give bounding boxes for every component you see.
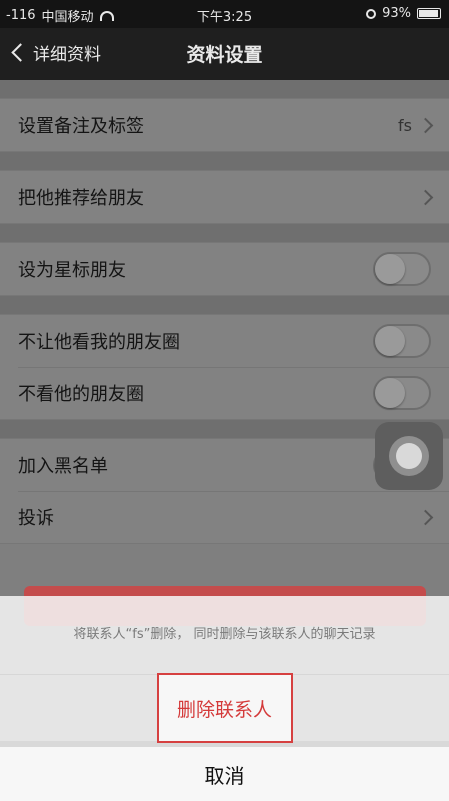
ignore-moments-label: 不看他的朋友圈 bbox=[18, 384, 144, 405]
section-gap bbox=[0, 224, 449, 242]
delete-contact-button[interactable]: 删除联系人 bbox=[156, 673, 293, 743]
toggle-knob bbox=[375, 254, 405, 284]
settings-group-star: 设为星标朋友 bbox=[0, 242, 449, 296]
cancel-button[interactable]: 取消 bbox=[0, 747, 449, 801]
settings-group-moments: 不让他看我的朋友圈 不看他的朋友圈 bbox=[0, 314, 449, 420]
status-time: 下午3:25 bbox=[196, 10, 253, 25]
section-gap bbox=[0, 296, 449, 314]
toggle-knob bbox=[375, 378, 405, 408]
recommend-label: 把他推荐给朋友 bbox=[18, 188, 144, 209]
settings-group-remark: 设置备注及标签 fs bbox=[0, 98, 449, 152]
report-row[interactable]: 投诉 bbox=[0, 491, 449, 543]
battery-icon bbox=[417, 8, 441, 19]
recommend-row[interactable]: 把他推荐给朋友 bbox=[0, 171, 449, 223]
assistive-dot-icon bbox=[396, 443, 422, 469]
action-sheet-message: 将联系人“fs”删除， 同时删除与该联系人的聊天记录 bbox=[0, 596, 449, 675]
status-bar: -116 中国移动 下午3:25 93% bbox=[0, 0, 449, 28]
rotation-lock-icon bbox=[366, 8, 377, 19]
assistive-touch-button[interactable] bbox=[375, 422, 443, 490]
toggle-knob bbox=[375, 326, 405, 356]
ignore-moments-toggle[interactable] bbox=[373, 376, 431, 410]
blacklist-label: 加入黑名单 bbox=[18, 456, 108, 477]
delete-contact-row: 删除联系人 bbox=[0, 673, 449, 743]
remark-row[interactable]: 设置备注及标签 fs bbox=[0, 99, 449, 151]
section-gap bbox=[0, 80, 449, 98]
hide-moments-toggle[interactable] bbox=[373, 324, 431, 358]
chevron-right-icon bbox=[417, 189, 434, 205]
star-label: 设为星标朋友 bbox=[18, 260, 126, 281]
star-row: 设为星标朋友 bbox=[0, 243, 449, 295]
remark-value: fs bbox=[398, 115, 412, 135]
action-sheet: 将联系人“fs”删除， 同时删除与该联系人的聊天记录 删除联系人 取消 bbox=[0, 596, 449, 801]
hide-moments-label: 不让他看我的朋友圈 bbox=[18, 332, 180, 353]
battery-percent: 93% bbox=[382, 6, 411, 21]
settings-group-recommend: 把他推荐给朋友 bbox=[0, 170, 449, 224]
section-gap bbox=[0, 152, 449, 170]
chevron-right-icon bbox=[417, 117, 434, 133]
chevron-right-icon bbox=[417, 509, 434, 525]
hide-moments-row: 不让他看我的朋友圈 bbox=[0, 315, 449, 367]
nav-bar: 详细资料 资料设置 bbox=[0, 28, 449, 80]
star-toggle[interactable] bbox=[373, 252, 431, 286]
ignore-moments-row: 不看他的朋友圈 bbox=[0, 367, 449, 419]
remark-label: 设置备注及标签 bbox=[18, 116, 144, 137]
report-label: 投诉 bbox=[18, 508, 54, 529]
page-title: 资料设置 bbox=[186, 44, 263, 66]
